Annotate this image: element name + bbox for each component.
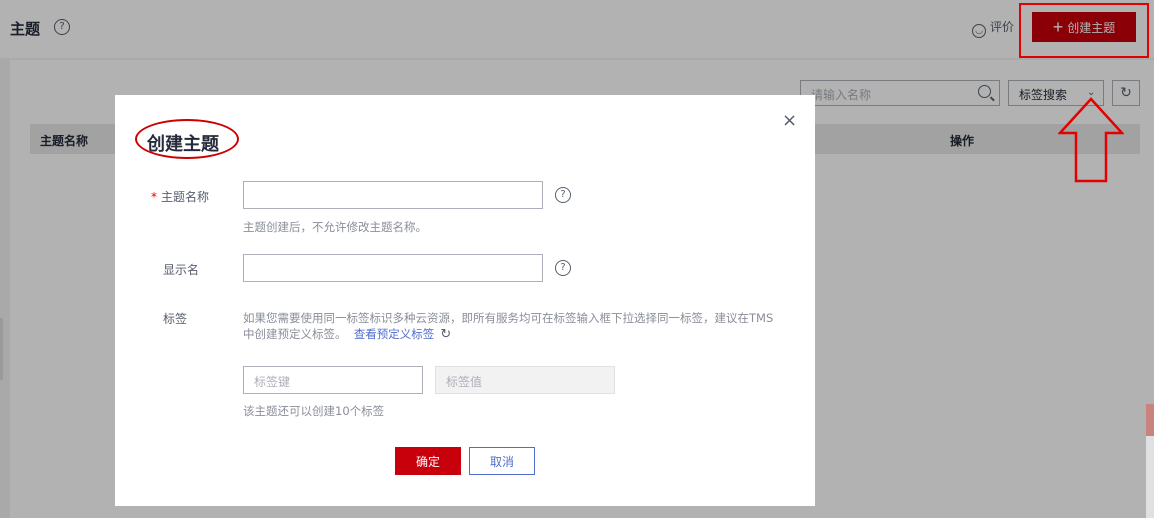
topic-name-label: * 主题名称 [151,190,210,204]
side-tab[interactable] [1146,404,1154,436]
annotation-ellipse [135,119,239,159]
topic-name-input[interactable] [243,181,543,209]
display-name-input[interactable] [243,254,543,282]
ok-button[interactable]: 确定 [395,447,461,475]
tag-value-input: 标签值 [435,366,615,394]
topic-name-hint: 主题创建后，不允许修改主题名称。 [243,220,427,234]
side-panel [1146,436,1154,518]
view-predefined-tags-link[interactable]: 查看预定义标签 [354,327,435,341]
tag-remaining-hint: 该主题还可以创建10个标签 [243,404,385,418]
tag-hint: 如果您需要使用同一标签标识多种云资源，即所有服务均可在标签输入框下拉选择同一标签… [243,311,774,342]
annotation-arrow-icon [1058,97,1124,183]
create-topic-dialog: 创建主题 × * 主题名称 ? 主题创建后，不允许修改主题名称。 显示名 ? 标签… [115,95,815,506]
close-icon[interactable]: × [782,110,797,131]
annotation-highlight-box [1019,3,1149,58]
topic-name-help-icon[interactable]: ? [555,187,571,203]
tag-label: 标签 [163,312,188,326]
sidebar-edge [0,318,3,380]
refresh-icon[interactable]: ↻ [440,327,451,342]
cancel-button[interactable]: 取消 [469,447,535,475]
display-name-label: 显示名 [163,263,200,277]
display-name-help-icon[interactable]: ? [555,260,571,276]
tag-key-input[interactable]: 标签键 [243,366,423,394]
